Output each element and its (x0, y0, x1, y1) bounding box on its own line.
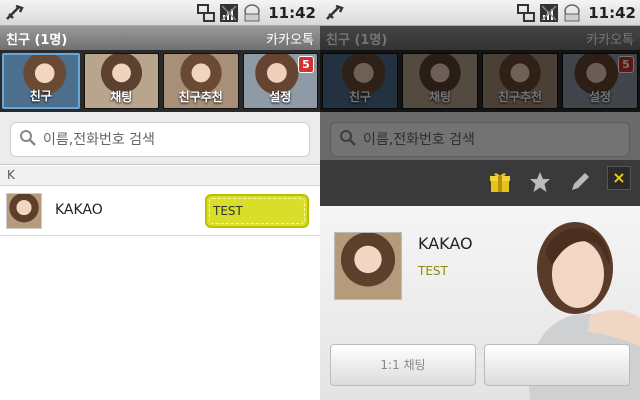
profile-photo[interactable] (334, 232, 402, 300)
tab-bar: 친구 채팅 친구추천 5 설정 (0, 50, 320, 112)
usb-icon (324, 3, 346, 23)
one-on-one-chat-button[interactable]: 1:1 채팅 (330, 344, 476, 386)
signal-icon (539, 3, 559, 23)
profile-name: KAKAO (418, 234, 473, 253)
tab-label: 친구 (29, 89, 52, 103)
network-icon (196, 3, 216, 23)
friend-list-item[interactable]: KAKAO TEST (0, 186, 320, 236)
tab-friends[interactable]: 친구 (2, 53, 80, 109)
avatar (6, 193, 42, 229)
title-bar: 친구 (1명) 카카오톡 (0, 26, 320, 50)
section-header: K (0, 166, 320, 186)
notification-badge: 5 (298, 56, 314, 73)
app-name: 카카오톡 (266, 33, 314, 48)
pencil-icon[interactable] (568, 170, 592, 194)
battery-icon (242, 3, 262, 23)
search-box[interactable] (10, 122, 310, 157)
clock: 11:42 (268, 4, 316, 22)
friends-screen: 11:42 친구 (1명) 카카오톡 친구 채팅 친구추천 5 설정 이름,전화… (0, 0, 320, 400)
close-button[interactable]: × (607, 166, 631, 190)
search-input[interactable] (43, 131, 303, 148)
clock: 11:42 (588, 4, 636, 22)
profile-popup-screen: 11:42 친구 (1명) 카카오톡 친구 채팅 친구추천 5 설정 (320, 0, 640, 400)
battery-icon (562, 3, 582, 23)
status-bar: 11:42 (0, 0, 320, 26)
network-icon (516, 3, 536, 23)
friend-name: KAKAO (55, 202, 103, 218)
signal-icon (219, 3, 239, 23)
profile-action-bar (320, 160, 640, 206)
search-icon (19, 129, 37, 151)
usb-icon (4, 3, 26, 23)
page-title: 친구 (1명) (6, 33, 68, 48)
status-message: TEST (213, 204, 243, 218)
tab-friend-recommend[interactable]: 친구추천 (163, 53, 239, 109)
gift-icon[interactable] (488, 170, 512, 194)
secondary-action-button[interactable] (484, 344, 630, 386)
status-message-bubble: TEST (205, 194, 309, 228)
search-area (0, 112, 320, 165)
tab-chat[interactable]: 채팅 (83, 53, 159, 109)
tab-label: 설정 (269, 90, 292, 104)
tab-label: 채팅 (110, 90, 133, 104)
star-icon[interactable] (528, 170, 552, 194)
profile-status-message: TEST (418, 264, 448, 278)
profile-card: KAKAO TEST 1:1 채팅 (320, 206, 640, 400)
status-bar: 11:42 (320, 0, 640, 26)
tab-settings[interactable]: 5 설정 (242, 53, 318, 109)
tab-label: 친구추천 (178, 90, 223, 104)
